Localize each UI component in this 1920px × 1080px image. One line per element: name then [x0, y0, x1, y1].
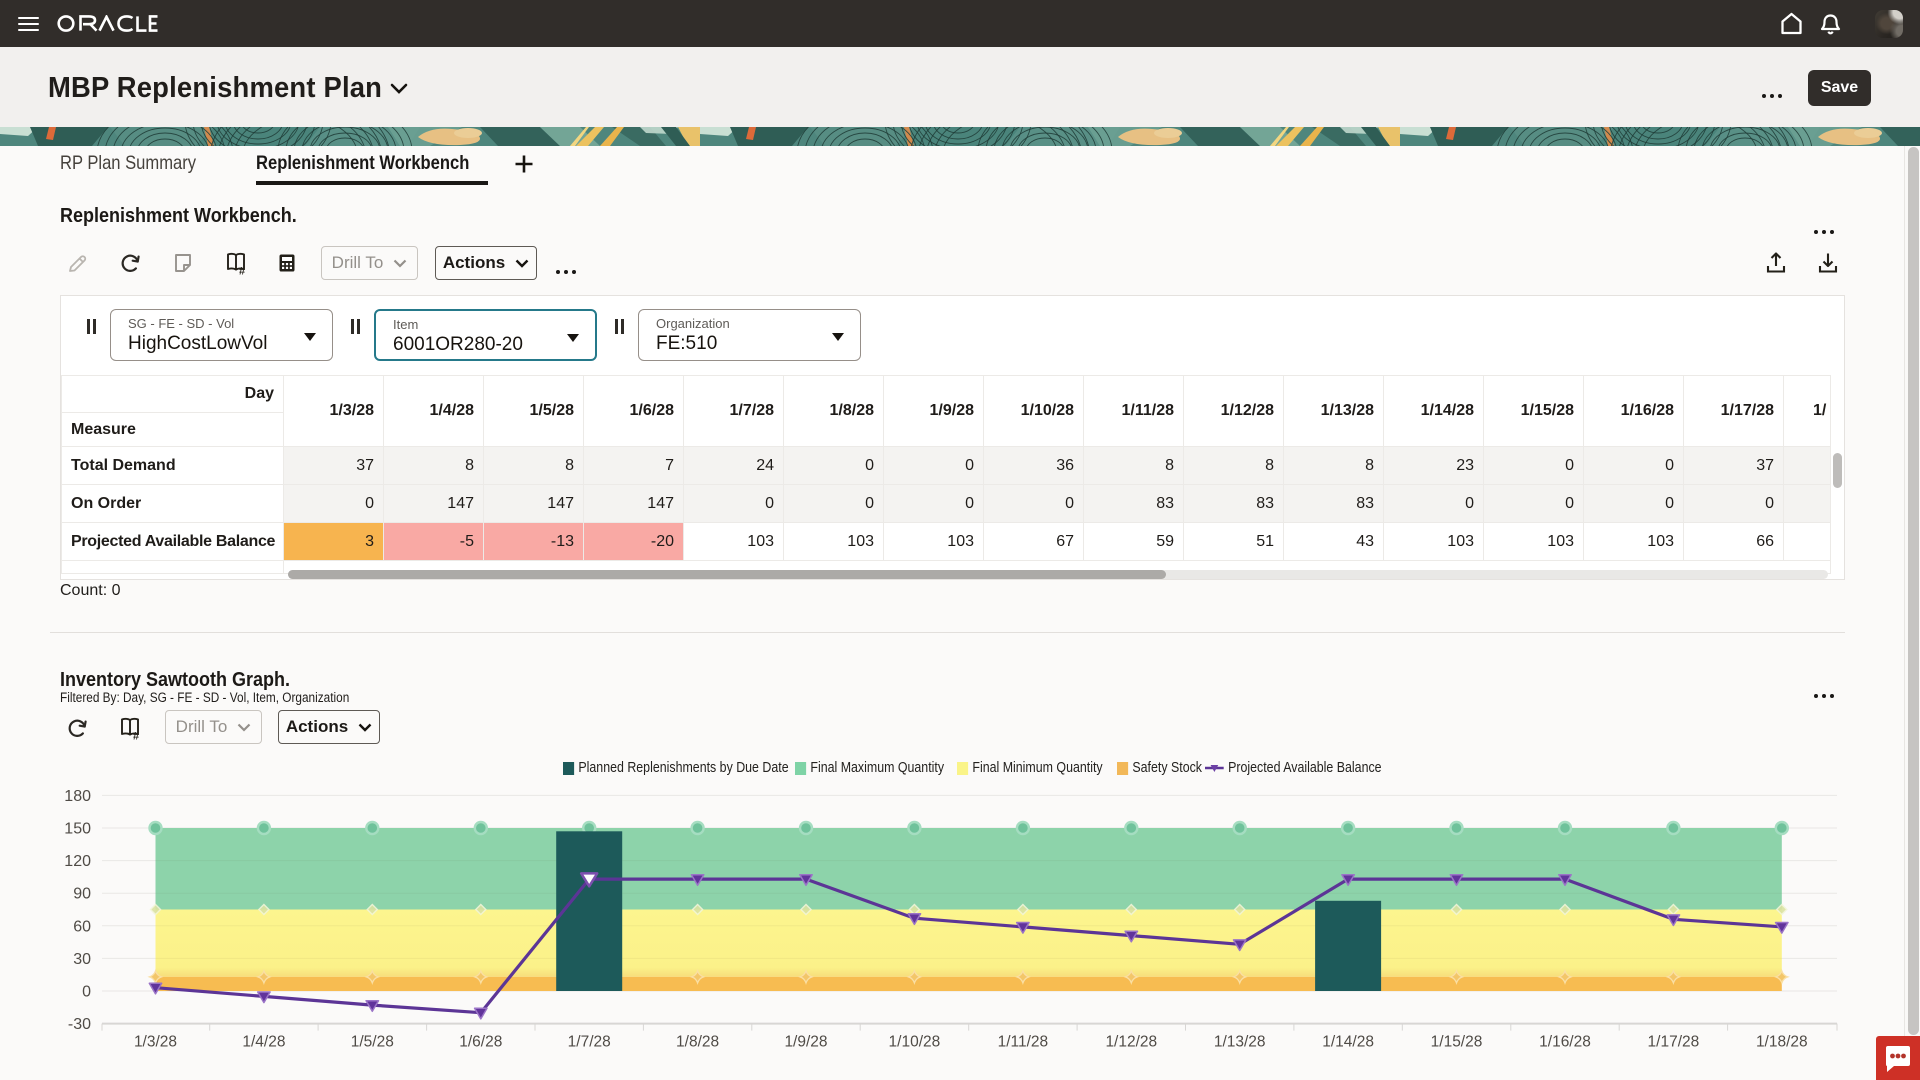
svg-text:60: 60 [73, 918, 91, 935]
svg-text:#: # [133, 731, 139, 741]
svg-text:1/17/28: 1/17/28 [1648, 1034, 1700, 1051]
svg-text:1/3/28: 1/3/28 [134, 1034, 177, 1051]
svg-text:1/10/28: 1/10/28 [889, 1034, 941, 1051]
svg-text:1/12/28: 1/12/28 [1105, 1034, 1157, 1051]
svg-text:1/6/28: 1/6/28 [459, 1034, 502, 1051]
svg-text:-30: -30 [68, 1016, 91, 1033]
svg-text:1/7/28: 1/7/28 [568, 1034, 611, 1051]
svg-text:1/15/28: 1/15/28 [1431, 1034, 1483, 1051]
svg-text:150: 150 [64, 821, 91, 838]
svg-text:120: 120 [64, 853, 91, 870]
svg-text:1/9/28: 1/9/28 [784, 1034, 827, 1051]
svg-text:90: 90 [73, 886, 91, 903]
svg-text:1/8/28: 1/8/28 [676, 1034, 719, 1051]
svg-text:30: 30 [73, 951, 91, 968]
svg-text:180: 180 [64, 788, 91, 805]
svg-text:1/16/28: 1/16/28 [1539, 1034, 1591, 1051]
svg-text:1/11/28: 1/11/28 [998, 1034, 1049, 1051]
svg-text:1/13/28: 1/13/28 [1214, 1034, 1266, 1051]
svg-text:#: # [239, 266, 245, 276]
svg-text:1/14/28: 1/14/28 [1322, 1034, 1374, 1051]
svg-text:1/5/28: 1/5/28 [351, 1034, 394, 1051]
svg-text:1/4/28: 1/4/28 [242, 1034, 285, 1051]
svg-text:0: 0 [82, 984, 91, 1001]
svg-text:1/18/28: 1/18/28 [1756, 1034, 1808, 1051]
